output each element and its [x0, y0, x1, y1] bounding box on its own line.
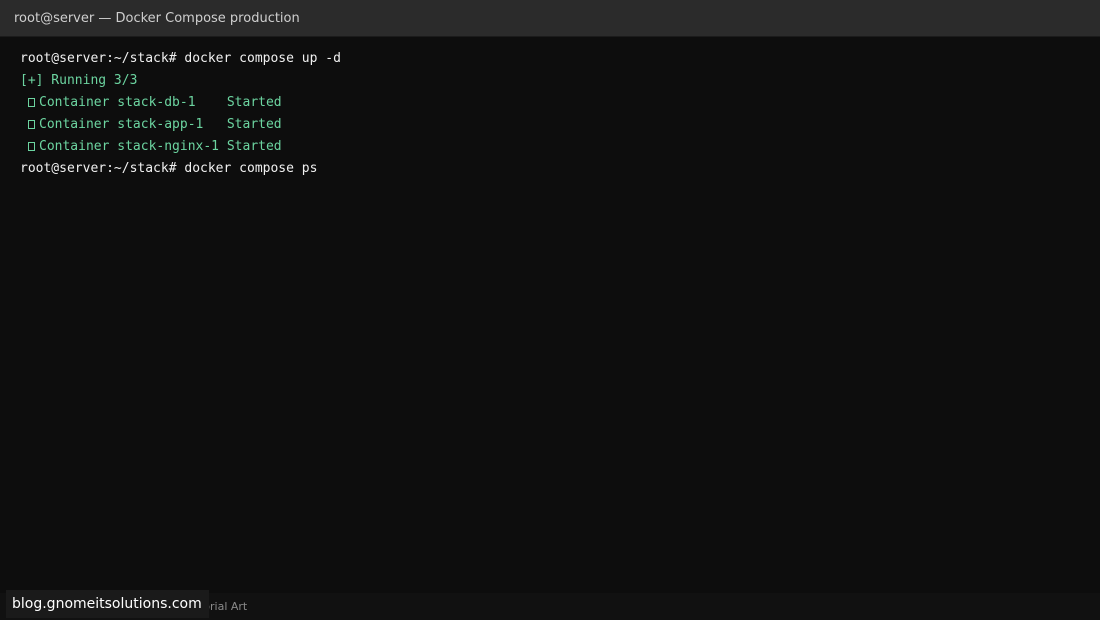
shell-command: docker compose up -d [184, 51, 341, 66]
terminal-line-status: [+] Running 3/3 [20, 73, 138, 88]
watermark: blog.gnomeitsolutions.com [6, 590, 209, 618]
square-bullet-icon [28, 120, 35, 129]
shell-prompt: root@server:~/stack# [20, 51, 185, 66]
terminal-line-container: Container stack-app-1 Started [20, 114, 341, 136]
terminal-line-container: Container stack-db-1 Started [20, 92, 341, 114]
square-bullet-icon [28, 98, 35, 107]
title-bar: root@server — Docker Compose production [0, 0, 1100, 37]
window-title: root@server — Docker Compose production [14, 11, 300, 26]
terminal-line-command: root@server:~/stack# docker compose up -… [20, 48, 341, 70]
square-bullet-icon [28, 142, 35, 151]
terminal-output[interactable]: root@server:~/stack# docker compose up -… [0, 37, 1100, 593]
terminal-line-command: root@server:~/stack# docker compose ps [20, 158, 341, 180]
container-status-text: Container stack-app-1 Started [39, 117, 282, 132]
shell-command: docker compose ps [184, 161, 318, 176]
terminal-line-container: Container stack-nginx-1 Started [20, 136, 341, 158]
shell-prompt: root@server:~/stack# [20, 161, 185, 176]
container-status-text: Container stack-db-1 Started [39, 95, 282, 110]
terminal-lines: root@server:~/stack# docker compose up -… [20, 48, 341, 180]
terminal-window: root@server — Docker Compose production … [0, 0, 1100, 620]
container-status-text: Container stack-nginx-1 Started [39, 139, 282, 154]
